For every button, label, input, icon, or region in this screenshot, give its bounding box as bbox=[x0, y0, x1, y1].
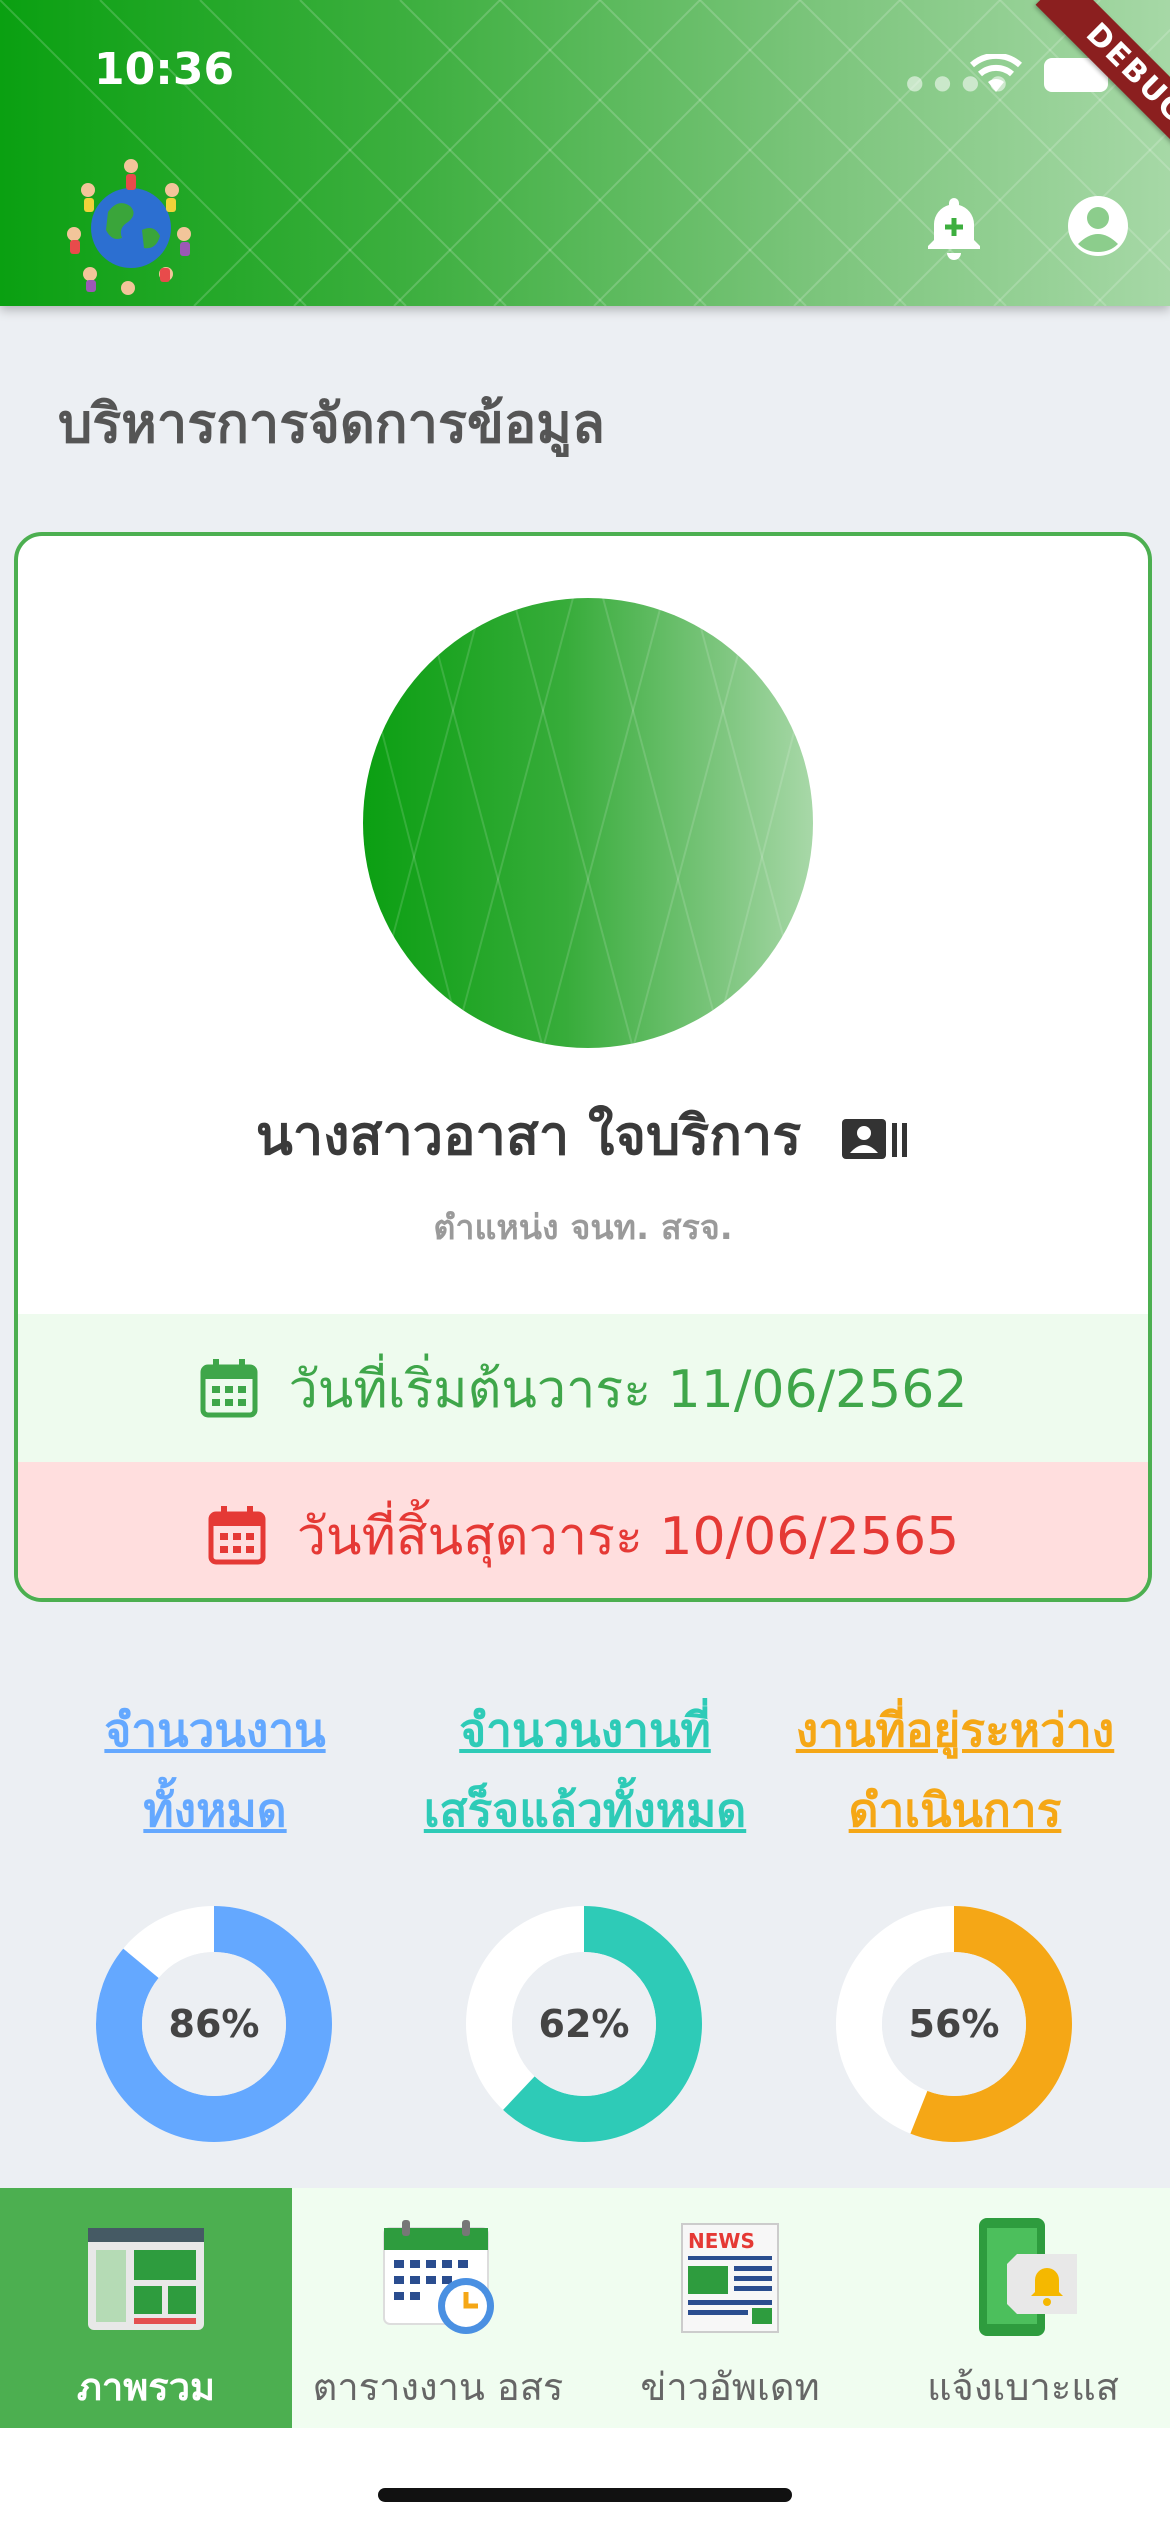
wifi-icon bbox=[970, 54, 1022, 92]
term-end-text: วันที่สิ้นสุดวาระ 10/06/2565 bbox=[296, 1506, 960, 1567]
news-paper-icon: NEWS bbox=[681, 2223, 779, 2333]
home-indicator[interactable] bbox=[378, 2488, 792, 2502]
kids-around-globe-logo bbox=[67, 159, 191, 295]
nav-overview-label: ภาพรวม bbox=[76, 2365, 216, 2409]
bottom-navigation: ภาพรวม ตารางงาน อสร NEWS ข่าวอัพเดท แจ้ง… bbox=[0, 2188, 1170, 2428]
nav-report[interactable]: แจ้งเบาะแส bbox=[876, 2188, 1170, 2428]
nav-report-label: แจ้งเบาะแส bbox=[927, 2365, 1119, 2409]
profile-card: นางสาวอาสา ใจบริการ ตำแหน่ง จนท. สรจ. วั… bbox=[14, 532, 1152, 1602]
id-card-icon[interactable] bbox=[840, 1115, 910, 1163]
status-bar-time: 10:36 bbox=[94, 44, 235, 95]
calendar-clock-icon bbox=[383, 2220, 494, 2334]
nav-schedule-label: ตารางงาน อสร bbox=[312, 2365, 564, 2409]
profile-name-text: นางสาวอาสา ใจบริการ bbox=[255, 1104, 802, 1167]
nav-news-label: ข่าวอัพเดท bbox=[640, 2365, 820, 2409]
profile-avatar[interactable] bbox=[363, 598, 813, 1048]
stat-total-link[interactable]: จำนวนงาน ทั้งหมด bbox=[50, 1690, 380, 1850]
nav-overview[interactable]: ภาพรวม bbox=[0, 2188, 292, 2428]
phone-bell-icon bbox=[979, 2218, 1077, 2336]
calendar-icon bbox=[200, 1359, 258, 1418]
profile-position: ตำแหน่ง จนท. สรจ. bbox=[433, 1208, 733, 1248]
profile-name: นางสาวอาสา ใจบริการ bbox=[18, 1092, 1148, 1178]
donut-total-value: 86% bbox=[168, 2002, 260, 2046]
account-circle-icon[interactable] bbox=[1062, 190, 1134, 262]
bottom-safe-area bbox=[0, 2428, 1170, 2532]
term-start-text: วันที่เริ่มต้นวาระ 11/06/2562 bbox=[288, 1359, 968, 1420]
calendar-icon bbox=[208, 1506, 266, 1565]
stat-completed-line1: จำนวนงานที่ bbox=[459, 1703, 711, 1757]
nav-schedule[interactable]: ตารางงาน อสร bbox=[292, 2188, 584, 2428]
dashboard-overview-icon bbox=[88, 2228, 204, 2330]
term-end-row: วันที่สิ้นสุดวาระ 10/06/2565 bbox=[18, 1462, 1148, 1598]
nav-news[interactable]: NEWS ข่าวอัพเดท bbox=[584, 2188, 876, 2428]
stat-inprogress-line1: งานที่อยู่ระหว่าง bbox=[795, 1703, 1115, 1757]
donut-completed-value: 62% bbox=[538, 2002, 630, 2046]
svg-text:NEWS: NEWS bbox=[688, 2229, 755, 2253]
bell-plus-icon[interactable] bbox=[918, 190, 990, 262]
stat-completed-line2: เสร็จแล้วทั้งหมด bbox=[423, 1783, 747, 1837]
app-header: 10:36 ● ● ● ● DEBUG bbox=[0, 0, 1170, 306]
stat-inprogress-line2: ดำเนินการ bbox=[848, 1783, 1062, 1837]
donut-inprogress-value: 56% bbox=[908, 2002, 1000, 2046]
avatar-diamond-pattern bbox=[363, 598, 813, 1048]
stat-inprogress-link[interactable]: งานที่อยู่ระหว่าง ดำเนินการ bbox=[770, 1690, 1140, 1850]
page-title: บริหารการจัดการข้อมูล bbox=[58, 392, 605, 455]
stat-total-line2: ทั้งหมด bbox=[143, 1783, 287, 1837]
term-start-row: วันที่เริ่มต้นวาระ 11/06/2562 bbox=[18, 1314, 1148, 1462]
stat-completed-link[interactable]: จำนวนงานที่ เสร็จแล้วทั้งหมด bbox=[400, 1690, 770, 1850]
stat-total-line1: จำนวนงาน bbox=[104, 1703, 326, 1757]
